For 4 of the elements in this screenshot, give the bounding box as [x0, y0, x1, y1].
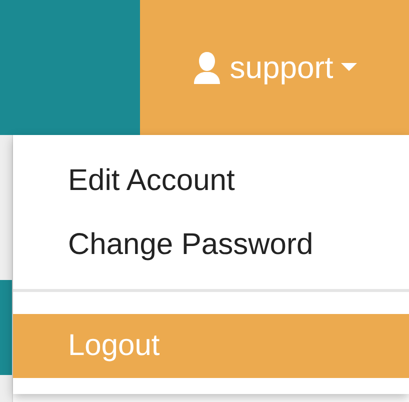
menu-item[interactable]: Edit Account	[13, 149, 409, 213]
menu-item[interactable]: Change Password	[13, 213, 409, 277]
user-icon	[192, 50, 222, 84]
caret-icon	[341, 62, 358, 72]
